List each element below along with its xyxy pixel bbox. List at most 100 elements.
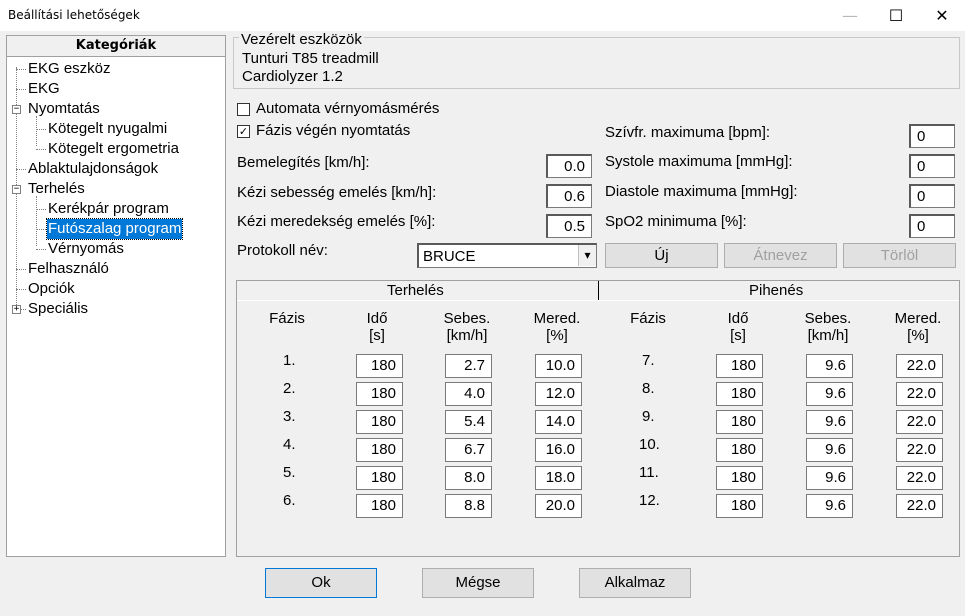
manual-slope-input[interactable]: 0.5 xyxy=(546,214,592,238)
cancel-button[interactable]: Mégse xyxy=(422,568,534,598)
tree-item-window-properties[interactable]: Ablaktulajdonságok xyxy=(27,159,159,179)
tree-line xyxy=(16,89,26,90)
collapse-icon[interactable]: − xyxy=(12,105,21,114)
tree-item-ekg[interactable]: EKG xyxy=(27,79,61,99)
rest-phase-header: Fázis xyxy=(630,310,666,327)
minimize-icon[interactable]: — xyxy=(827,0,873,31)
rest-phase-number: 11. xyxy=(639,464,659,481)
tree-line xyxy=(36,129,46,130)
collapse-icon[interactable]: − xyxy=(12,185,21,194)
rest-phase-number: 7. xyxy=(642,352,655,369)
load-slope-input[interactable]: 14.0 xyxy=(535,410,582,434)
load-time-input[interactable]: 180 xyxy=(356,494,403,518)
rest-time-input[interactable]: 180 xyxy=(716,354,763,378)
expand-icon[interactable]: + xyxy=(12,305,21,314)
tree-line xyxy=(16,169,26,170)
print-end-label: Fázis végén nyomtatás xyxy=(256,122,411,139)
load-speed-input[interactable]: 4.0 xyxy=(445,382,492,406)
load-slope-input[interactable]: 16.0 xyxy=(535,438,582,462)
tree-item-batch-ergometry[interactable]: Kötegelt ergometria xyxy=(47,139,180,159)
rest-time-input[interactable]: 180 xyxy=(716,494,763,518)
tree-item-user[interactable]: Felhasználó xyxy=(27,259,110,279)
auto-bp-checkbox[interactable] xyxy=(237,103,250,116)
spo2-min-input[interactable]: 0 xyxy=(909,214,955,238)
tree-line xyxy=(36,196,37,246)
tree-item-load[interactable]: Terhelés xyxy=(27,179,86,199)
rest-slope-input[interactable]: 22.0 xyxy=(896,466,943,490)
tree-line xyxy=(36,149,46,150)
warmup-input[interactable]: 0.0 xyxy=(546,154,592,178)
tree-item-batch-rest[interactable]: Kötegelt nyugalmi xyxy=(47,119,168,139)
tree-item-printing[interactable]: Nyomtatás xyxy=(27,99,101,119)
rest-slope-input[interactable]: 22.0 xyxy=(896,354,943,378)
rename-protocol-button[interactable]: Átnevez xyxy=(724,243,837,268)
load-time-unit: [s] xyxy=(369,327,385,344)
title-bar: Beállítási lehetőségek — ☐ ✕ xyxy=(0,0,965,31)
hr-max-input[interactable]: 0 xyxy=(909,124,955,148)
rest-slope-input[interactable]: 22.0 xyxy=(896,438,943,462)
load-speed-input[interactable]: 8.0 xyxy=(445,466,492,490)
category-tree[interactable]: Kategóriák − − + EKG eszköz EKG Nyomtatá… xyxy=(6,35,226,557)
load-slope-input[interactable]: 12.0 xyxy=(535,382,582,406)
rest-slope-input[interactable]: 22.0 xyxy=(896,382,943,406)
rest-slope-input[interactable]: 22.0 xyxy=(896,494,943,518)
hr-max-label: Szívfr. maximuma [bpm]: xyxy=(605,124,771,141)
maximize-icon[interactable]: ☐ xyxy=(873,0,919,31)
load-speed-input[interactable]: 8.8 xyxy=(445,494,492,518)
delete-protocol-button[interactable]: Törlöl xyxy=(843,243,956,268)
auto-bp-label: Automata vérnyomásmérés xyxy=(256,100,440,117)
load-time-input[interactable]: 180 xyxy=(356,466,403,490)
tree-item-bicycle-program[interactable]: Kerékpár program xyxy=(47,199,170,219)
ok-button[interactable]: Ok xyxy=(265,568,377,598)
close-icon[interactable]: ✕ xyxy=(919,0,965,31)
load-slope-input[interactable]: 10.0 xyxy=(535,354,582,378)
load-slope-input[interactable]: 18.0 xyxy=(535,466,582,490)
manual-speed-label: Kézi sebesség emelés [km/h]: xyxy=(237,184,437,201)
tab-load[interactable]: Terhelés xyxy=(387,282,444,299)
protocol-select[interactable]: BRUCE ▾ xyxy=(417,243,597,268)
device-treadmill: Tunturi T85 treadmill xyxy=(242,50,379,67)
new-protocol-button[interactable]: Új xyxy=(605,243,718,268)
load-time-input[interactable]: 180 xyxy=(356,382,403,406)
rest-time-input[interactable]: 180 xyxy=(716,466,763,490)
rest-speed-input[interactable]: 9.6 xyxy=(806,466,853,490)
rest-slope-input[interactable]: 22.0 xyxy=(896,410,943,434)
load-phase-number: 1. xyxy=(283,352,296,369)
load-time-input[interactable]: 180 xyxy=(356,438,403,462)
systole-max-input[interactable]: 0 xyxy=(909,154,955,178)
tree-item-blood-pressure[interactable]: Vérnyomás xyxy=(47,239,125,259)
load-phase-number: 5. xyxy=(283,464,296,481)
chevron-down-icon[interactable]: ▾ xyxy=(578,245,596,266)
rest-time-input[interactable]: 180 xyxy=(716,438,763,462)
rest-speed-input[interactable]: 9.6 xyxy=(806,438,853,462)
rest-speed-input[interactable]: 9.6 xyxy=(806,410,853,434)
load-speed-header: Sebes. xyxy=(443,310,491,327)
load-time-input[interactable]: 180 xyxy=(356,410,403,434)
load-phase-number: 6. xyxy=(283,492,296,509)
tree-item-special[interactable]: Speciális xyxy=(27,299,89,319)
rest-speed-header: Sebes. xyxy=(804,310,852,327)
rest-speed-input[interactable]: 9.6 xyxy=(806,354,853,378)
load-speed-input[interactable]: 6.7 xyxy=(445,438,492,462)
tree-item-ekg-device[interactable]: EKG eszköz xyxy=(27,59,112,79)
rest-time-input[interactable]: 180 xyxy=(716,410,763,434)
rest-speed-input[interactable]: 9.6 xyxy=(806,382,853,406)
tab-rest[interactable]: Pihenés xyxy=(749,282,803,299)
rest-time-input[interactable]: 180 xyxy=(716,382,763,406)
load-speed-input[interactable]: 5.4 xyxy=(445,410,492,434)
tree-item-options[interactable]: Opciók xyxy=(27,279,76,299)
manual-speed-input[interactable]: 0.6 xyxy=(546,184,592,208)
diastole-max-input[interactable]: 0 xyxy=(909,184,955,208)
rest-slope-header: Mered. xyxy=(894,310,942,327)
load-slope-input[interactable]: 20.0 xyxy=(535,494,582,518)
print-end-checkbox[interactable]: ✓ xyxy=(237,125,250,138)
apply-button[interactable]: Alkalmaz xyxy=(579,568,691,598)
tree-line xyxy=(36,249,46,250)
load-time-input[interactable]: 180 xyxy=(356,354,403,378)
spo2-min-label: SpO2 minimuma [%]: xyxy=(605,213,747,230)
window-title: Beállítási lehetőségek xyxy=(8,8,140,22)
load-speed-input[interactable]: 2.7 xyxy=(445,354,492,378)
rest-speed-input[interactable]: 9.6 xyxy=(806,494,853,518)
load-speed-unit: [km/h] xyxy=(446,327,488,344)
tree-item-treadmill-program[interactable]: Futószalag program xyxy=(45,218,184,240)
